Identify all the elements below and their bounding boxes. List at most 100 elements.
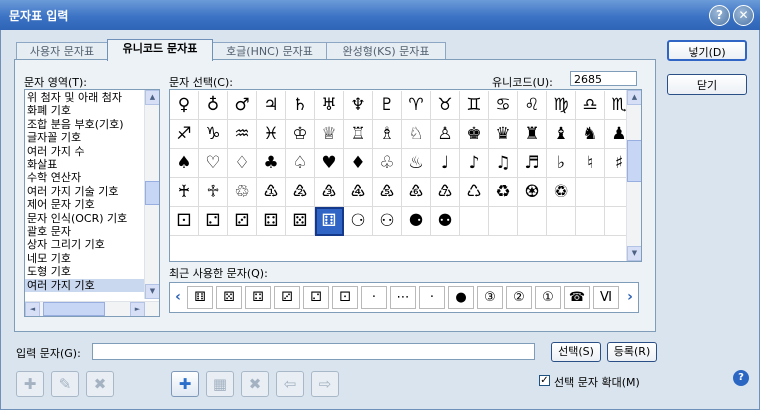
char-cell[interactable]: ♼ (518, 178, 547, 207)
char-cell[interactable]: ♗ (373, 120, 402, 149)
recent-char-cell[interactable]: ⚂ (274, 286, 300, 309)
char-cell[interactable]: ♒ (228, 120, 257, 149)
help-button[interactable]: ? (709, 5, 730, 26)
recent-prev-arrow-icon[interactable]: ‹ (172, 286, 184, 308)
list-item[interactable]: 도형 기호 (27, 265, 144, 278)
grid-vertical-scrollbar[interactable]: ▲ ▼ (626, 90, 641, 261)
char-cell[interactable]: ♕ (315, 120, 344, 149)
char-cell[interactable]: ⚈ (402, 207, 431, 236)
insert-button[interactable]: 넣기(D) (667, 40, 747, 61)
list-item[interactable]: 글자꼴 기호 (27, 131, 144, 144)
input-chars-field[interactable] (92, 343, 535, 360)
recent-char-cell[interactable]: ⚁ (303, 286, 329, 309)
char-cell[interactable]: ♹ (431, 178, 460, 207)
grid-scroll-thumb[interactable] (627, 140, 641, 182)
char-cell[interactable] (576, 207, 605, 236)
char-cell[interactable]: ♎ (576, 91, 605, 120)
char-cell[interactable]: ♀ (170, 91, 199, 120)
char-cell[interactable]: ♚ (460, 120, 489, 149)
char-cell[interactable]: ♑ (199, 120, 228, 149)
list-item[interactable]: 네모 기호 (27, 252, 144, 265)
char-cell[interactable]: ⚆ (344, 207, 373, 236)
tab-unicode-chars[interactable]: 유니코드 문자표 (107, 39, 213, 61)
help-icon[interactable]: ? (733, 370, 749, 386)
user-edit-icon[interactable]: ✎ (51, 371, 79, 397)
recent-char-cell[interactable]: · (419, 286, 445, 309)
list-vertical-scrollbar[interactable]: ▲ ▼ (144, 90, 159, 299)
delete-char-icon[interactable]: ✖ (241, 371, 269, 397)
select-button[interactable]: 선택(S) (551, 342, 601, 362)
char-cell[interactable]: ♶ (344, 178, 373, 207)
char-cell[interactable]: ♠ (170, 149, 199, 178)
tab-user-chars[interactable]: 사용자 문자표 (16, 42, 108, 60)
char-cell[interactable]: ⚃ (257, 207, 286, 236)
scroll-down-arrow-icon[interactable]: ▼ (145, 284, 159, 299)
char-cell[interactable]: ♢ (228, 149, 257, 178)
char-cell[interactable]: ♁ (199, 91, 228, 120)
char-cell[interactable]: ♨ (402, 149, 431, 178)
recent-char-cell[interactable]: ① (535, 286, 561, 309)
char-cell[interactable]: ♔ (286, 120, 315, 149)
char-cell[interactable]: ⚀ (170, 207, 199, 236)
list-item[interactable]: 문자 인식(OCR) 기호 (27, 212, 144, 225)
move-right-icon[interactable]: ⇨ (311, 371, 339, 397)
recent-char-cell[interactable]: · (361, 286, 387, 309)
char-cell[interactable]: ♦ (344, 149, 373, 178)
list-item[interactable]: 괄호 문자 (27, 225, 144, 238)
char-cell[interactable]: ♥ (315, 149, 344, 178)
tab-hnc-chars[interactable]: 호글(HNC) 문자표 (212, 42, 327, 60)
char-cell[interactable]: ♰ (170, 178, 199, 207)
char-cell[interactable]: ⚄ (286, 207, 315, 236)
char-cell[interactable]: ♽ (547, 178, 576, 207)
char-cell[interactable]: ⚁ (199, 207, 228, 236)
char-cell[interactable]: ♬ (518, 149, 547, 178)
char-cell[interactable]: ♅ (315, 91, 344, 120)
list-item[interactable]: 화폐 기호 (27, 104, 144, 117)
list-item[interactable]: 여러 가지 수 (27, 145, 144, 158)
move-left-icon[interactable]: ⇦ (276, 371, 304, 397)
scroll-thumb[interactable] (145, 181, 159, 205)
char-cell[interactable]: ♖ (344, 120, 373, 149)
list-item[interactable]: 위 첨자 및 아래 첨자 (27, 91, 144, 104)
char-cell[interactable]: ♵ (315, 178, 344, 207)
insert-grid-icon[interactable]: ▦ (206, 371, 234, 397)
char-cell[interactable]: ⚇ (373, 207, 402, 236)
char-cell[interactable]: ♙ (431, 120, 460, 149)
char-cell[interactable]: ♜ (518, 120, 547, 149)
char-cell[interactable] (576, 178, 605, 207)
char-cell[interactable]: ♛ (489, 120, 518, 149)
char-cell[interactable] (489, 207, 518, 236)
recent-char-cell[interactable]: ⚄ (216, 286, 242, 309)
scroll-left-arrow-icon[interactable]: ◄ (25, 302, 40, 316)
char-cell[interactable]: ♓ (257, 120, 286, 149)
user-delete-icon[interactable]: ✖ (86, 371, 114, 397)
scroll-right-arrow-icon[interactable]: ► (130, 302, 145, 316)
close-button[interactable]: 닫기 (667, 74, 747, 95)
hscroll-thumb[interactable] (43, 302, 105, 316)
list-item[interactable]: 여러 가지 기술 기호 (27, 185, 144, 198)
char-cell[interactable]: ♤ (286, 149, 315, 178)
char-cell[interactable]: ⚉ (431, 207, 460, 236)
register-button[interactable]: 등록(R) (607, 342, 657, 362)
char-cell[interactable]: ♸ (402, 178, 431, 207)
char-cell[interactable]: ♂ (228, 91, 257, 120)
char-cell[interactable]: ♌ (518, 91, 547, 120)
recent-char-cell[interactable]: Ⅵ (593, 286, 619, 309)
char-cell[interactable]: ♞ (576, 120, 605, 149)
char-cell[interactable]: ♐ (170, 120, 199, 149)
char-cell[interactable]: ♇ (373, 91, 402, 120)
recent-char-cell[interactable]: ⚃ (245, 286, 271, 309)
char-cell[interactable]: ♋ (489, 91, 518, 120)
char-cell[interactable]: ♍ (547, 91, 576, 120)
char-cell[interactable] (518, 207, 547, 236)
char-cell[interactable]: ♺ (460, 178, 489, 207)
scroll-up-arrow-icon[interactable]: ▲ (145, 90, 159, 105)
char-cell[interactable]: ♄ (286, 91, 315, 120)
grid-scroll-up-icon[interactable]: ▲ (627, 90, 641, 105)
list-item[interactable]: 조합 분음 부호(기호) (27, 118, 144, 131)
char-cell[interactable] (460, 207, 489, 236)
user-add-icon[interactable]: ✚ (16, 371, 44, 397)
char-cell[interactable]: ♡ (199, 149, 228, 178)
recent-char-cell[interactable]: ☎ (564, 286, 590, 309)
char-cell[interactable]: ♝ (547, 120, 576, 149)
